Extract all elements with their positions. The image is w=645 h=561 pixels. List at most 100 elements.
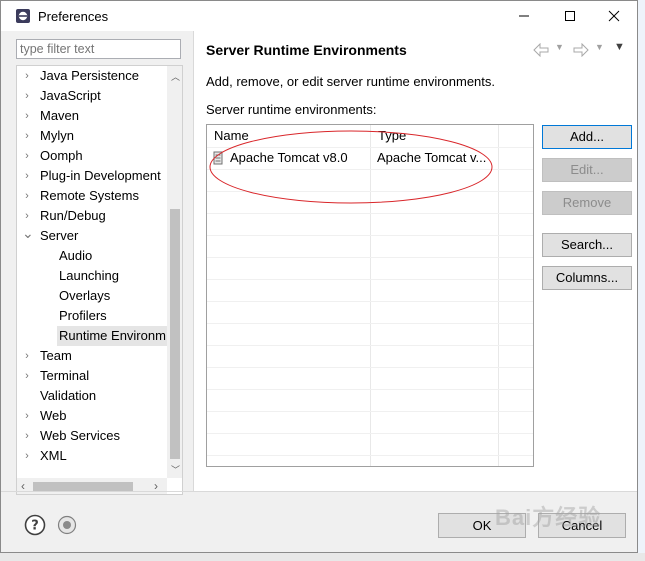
chevron-right-icon[interactable]: › (22, 86, 32, 106)
search-button[interactable]: Search... (542, 233, 632, 257)
tree-child-label: Profilers (59, 308, 107, 323)
table-row-line (207, 389, 533, 390)
tree-item[interactable]: Validation (17, 386, 167, 406)
chevron-right-icon[interactable]: › (22, 446, 32, 466)
minimize-button[interactable] (501, 1, 547, 31)
table-row-line (207, 323, 533, 324)
runtime-list-label: Server runtime environments: (206, 102, 377, 117)
maximize-icon (565, 11, 575, 21)
tree-child-label: Overlays (59, 288, 111, 303)
tree-item[interactable]: › Java Persistence (17, 66, 167, 86)
page-content: Add, remove, or edit server runtime envi… (194, 67, 637, 492)
tree-item[interactable]: › Plug-in Development (17, 166, 167, 186)
table-row-line (207, 367, 533, 368)
tree-child-item[interactable]: Profilers (57, 306, 169, 326)
close-icon (608, 10, 620, 22)
page-description: Add, remove, or edit server runtime envi… (206, 74, 496, 89)
highlight-annotation (209, 130, 493, 204)
page-header: Server Runtime Environments ▼ ▼ ▼ (194, 31, 637, 67)
scroll-up-icon[interactable]: ︿ (171, 70, 180, 83)
scroll-down-icon[interactable]: ﹀ (171, 463, 180, 476)
tree-child-item[interactable]: Overlays (57, 286, 169, 306)
help-icon[interactable]: ? (24, 514, 46, 536)
tree-item-label: Validation (40, 388, 97, 403)
remove-button[interactable]: Remove (542, 191, 632, 215)
tree-horizontal-scroll-thumb[interactable] (33, 482, 133, 491)
filter-input[interactable] (16, 39, 181, 59)
tree-item-label: Mylyn (40, 128, 74, 143)
chevron-right-icon[interactable]: › (22, 186, 32, 206)
tree-vertical-scrollbar[interactable]: ︿ ﹀ (167, 66, 182, 478)
tree-item-label: Maven (40, 108, 80, 123)
tree-item[interactable]: › XML (17, 446, 167, 466)
chevron-right-icon[interactable]: › (22, 346, 32, 366)
tree-item-label: Web Services (40, 428, 120, 443)
window-title: Preferences (38, 9, 109, 24)
table-row-line (207, 345, 533, 346)
chevron-right-icon[interactable]: › (22, 406, 32, 426)
background-app-edge (0, 553, 645, 561)
table-row-line (207, 455, 533, 456)
tree-item-label: Server (40, 228, 79, 243)
tree-item-label: Team (40, 348, 72, 363)
tree-item-label: Oomph (40, 148, 83, 163)
title-bar: Preferences (1, 1, 637, 31)
tree-item-label: Plug-in Development (40, 168, 161, 183)
back-arrow-icon[interactable] (533, 43, 549, 57)
tree-child-label: Audio (59, 248, 93, 263)
forward-arrow-icon[interactable] (573, 43, 589, 57)
page-title: Server Runtime Environments (206, 42, 407, 58)
table-row-line (207, 301, 533, 302)
table-row-line (207, 235, 533, 236)
runtime-table[interactable]: Name Type Apache Tomcat v8.0 Apache Tomc… (206, 124, 534, 467)
add-button[interactable]: Add... (542, 125, 632, 149)
import-export-icon[interactable] (57, 515, 77, 535)
chevron-right-icon[interactable]: › (22, 66, 32, 86)
table-row-line (207, 257, 533, 258)
tree-item[interactable]: › JavaScript (17, 86, 167, 106)
tree-item-label: JavaScript (40, 88, 101, 103)
tree-item[interactable]: › Team (17, 346, 167, 366)
chevron-right-icon[interactable]: › (22, 206, 32, 226)
tree-item[interactable]: › Run/Debug (17, 206, 167, 226)
tree-item[interactable]: › Remote Systems (17, 186, 167, 206)
tree-item[interactable]: ⌄ Server (17, 226, 167, 246)
tree-item[interactable]: › Mylyn (17, 126, 167, 146)
tree-vertical-scroll-thumb[interactable] (170, 209, 180, 459)
table-row-line (207, 433, 533, 434)
tree-child-item[interactable]: Runtime Environm (57, 326, 169, 346)
tree-item-label: XML (40, 448, 67, 463)
chevron-right-icon[interactable]: › (22, 126, 32, 146)
background-app-edge (638, 0, 645, 561)
chevron-right-icon[interactable]: › (22, 166, 32, 186)
view-menu-icon[interactable]: ▼ (614, 41, 625, 53)
chevron-right-icon[interactable]: › (22, 146, 32, 166)
maximize-button[interactable] (547, 1, 593, 31)
tree-item[interactable]: › Maven (17, 106, 167, 126)
chevron-down-icon[interactable]: ⌄ (22, 226, 34, 246)
close-button[interactable] (591, 1, 637, 31)
chevron-right-icon[interactable]: › (22, 106, 32, 126)
forward-dropdown-icon[interactable]: ▼ (595, 42, 604, 52)
tree-item[interactable]: › Oomph (17, 146, 167, 166)
tree-child-item[interactable]: Audio (57, 246, 169, 266)
footer-divider (1, 491, 637, 492)
back-dropdown-icon[interactable]: ▼ (555, 42, 564, 52)
svg-text:?: ? (31, 519, 39, 534)
tree-item-label: Run/Debug (40, 208, 106, 223)
columns-button[interactable]: Columns... (542, 266, 632, 290)
tree-item[interactable]: › Web Services (17, 426, 167, 446)
tree-item-label: Terminal (40, 368, 90, 383)
minimize-icon (519, 15, 529, 17)
chevron-right-icon[interactable]: › (22, 426, 32, 446)
chevron-right-icon[interactable]: › (22, 366, 32, 386)
tree-child-label: Launching (59, 268, 119, 283)
tree-item-label: Remote Systems (40, 188, 139, 203)
tree-item[interactable]: › Terminal (17, 366, 167, 386)
tree-child-item[interactable]: Launching (57, 266, 169, 286)
edit-button[interactable]: Edit... (542, 158, 632, 182)
tree-item[interactable]: › Web (17, 406, 167, 426)
preference-tree: › Java Persistence › JavaScript › Maven › Mylyn… (16, 65, 183, 495)
table-row-line (207, 279, 533, 280)
table-row-line (207, 411, 533, 412)
